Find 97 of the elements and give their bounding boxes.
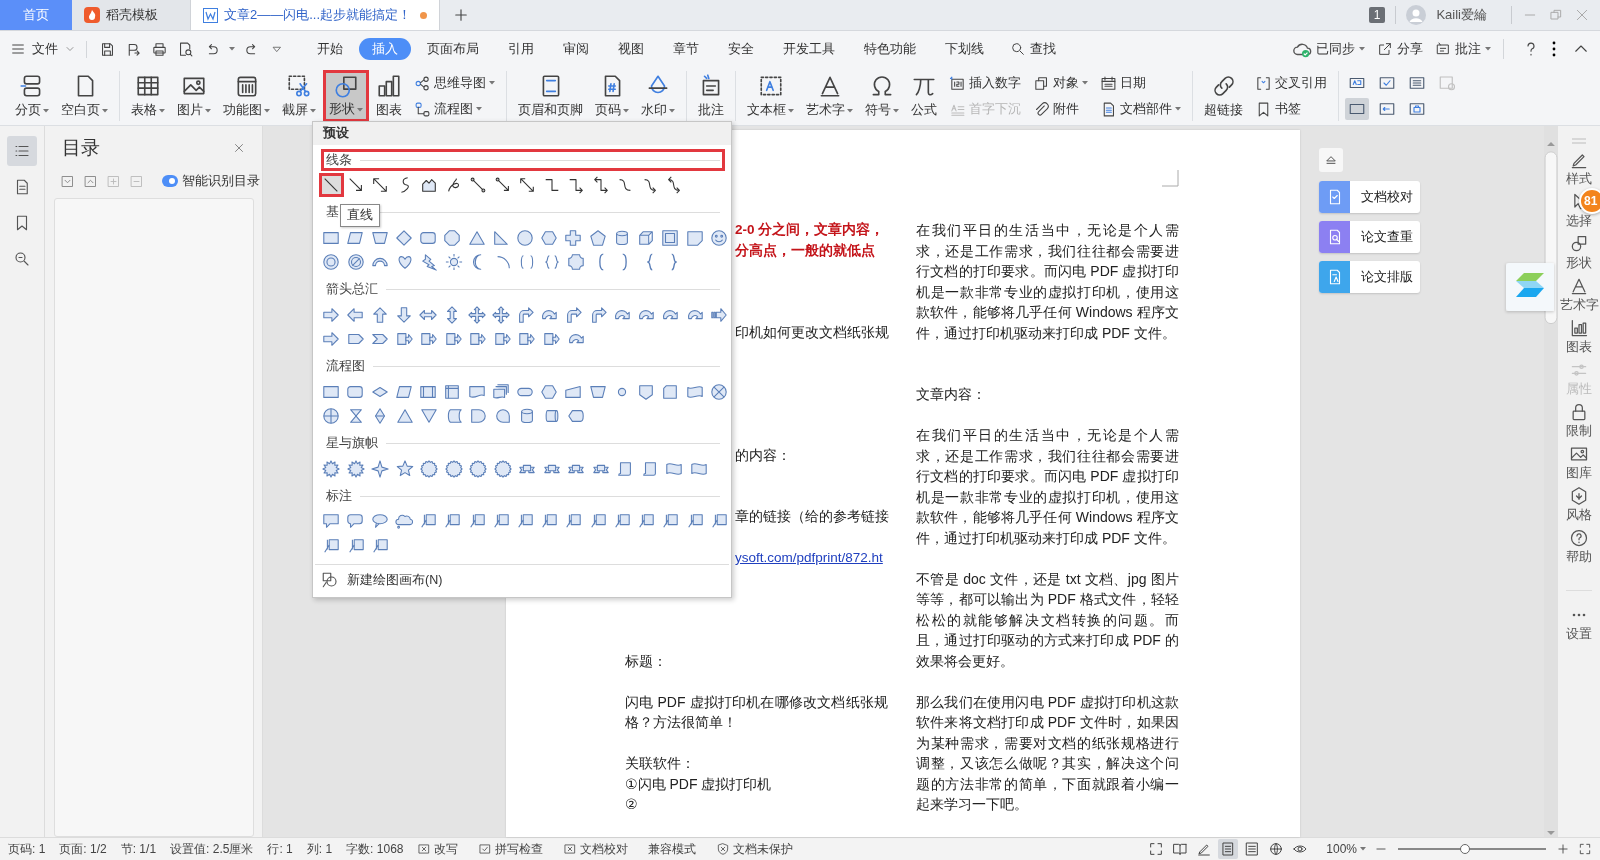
menu-tab[interactable]: 下划线 (932, 38, 997, 60)
pane-title: 目录 (62, 136, 100, 160)
ribbon-button[interactable]: 文档部件 (1095, 97, 1186, 121)
menu-tab[interactable]: 开发工具 (770, 38, 848, 60)
paragraph: 文章内容： (916, 385, 987, 404)
file-menu[interactable]: 文件 (10, 40, 76, 58)
status-text: 设置值: 2.5厘米 (170, 840, 254, 858)
menu-header: 预设 (313, 122, 731, 145)
status-button[interactable]: 拼写检查 (478, 840, 544, 858)
ribbon-button[interactable]: 水印 (636, 70, 680, 122)
tab[interactable]: 文章2——闪电...起步就能搞定！ (190, 0, 440, 30)
menu-tab[interactable]: 视图 (605, 38, 657, 60)
tab[interactable]: 稻壳模板 (72, 0, 190, 30)
status-text: 节: 1/1 (120, 840, 157, 858)
status-text: 页面: 1/2 (59, 840, 107, 858)
menu-tab[interactable]: 页面布局 (414, 38, 492, 60)
section-heading: 标注 (326, 487, 352, 505)
notification-badge: 81 (1579, 188, 1600, 214)
ribbon-button[interactable]: 艺术字 (801, 70, 858, 122)
ribbon-button[interactable]: 对象 (1028, 71, 1093, 95)
sidebar-button[interactable]: 设置 (1566, 590, 1592, 643)
menu-item[interactable]: 新建绘图画布(N) (313, 565, 731, 597)
menu-tab[interactable]: 审阅 (550, 38, 602, 60)
sidebar-button[interactable]: 风格 (1566, 486, 1592, 528)
section-heading: 线条 (326, 151, 352, 169)
ribbon-button[interactable]: 截屏 (277, 70, 321, 122)
paragraph: 闪电 PDF 虚拟打印机在哪修改文档纸张规格？方法很简单！ (625, 692, 888, 732)
ribbon-button[interactable]: 功能图 (218, 70, 275, 122)
ribbon-button[interactable]: 日期 (1095, 71, 1186, 95)
section-heading: 流程图 (326, 358, 365, 375)
ribbon-button[interactable]: 插入数字 (944, 71, 1026, 95)
ribbon-button[interactable]: 符号 (860, 70, 904, 122)
ribbon-button[interactable]: 页码 (590, 70, 634, 122)
ribbon-button[interactable]: 思维导图 (409, 71, 500, 95)
ribbon-button[interactable]: 文本框 (742, 70, 799, 122)
ribbon-button[interactable]: 流程图 (409, 97, 500, 121)
menu-tab[interactable]: 安全 (715, 38, 767, 60)
toolbar-button[interactable]: 批注 (1435, 40, 1491, 58)
section-heading: 箭头总汇 (326, 281, 378, 298)
tooltip: 直线 (340, 204, 380, 227)
ribbon-button[interactable]: 批注 (693, 70, 729, 122)
zoom-level-dropdown[interactable]: 100% (1326, 842, 1366, 856)
ribbon-button[interactable]: 超链接 (1199, 70, 1248, 122)
ribbon-button[interactable]: 图表 (371, 70, 407, 122)
sidebar-button[interactable]: 图表 (1566, 318, 1592, 360)
sidebar-button[interactable]: 图库 (1566, 444, 1592, 486)
ribbon-button[interactable]: 形状 (323, 70, 369, 122)
menu-tab[interactable]: 特色功能 (851, 38, 929, 60)
assist-button[interactable]: 论文查重 (1319, 221, 1420, 253)
menu-tab[interactable]: 章节 (660, 38, 712, 60)
status-text: 列: 1 (306, 840, 333, 858)
ribbon-button[interactable]: 表格 (126, 70, 170, 122)
search-button[interactable]: 查找 (1010, 40, 1056, 58)
sidebar-button[interactable]: 限制 (1566, 402, 1592, 444)
status-button[interactable]: 文档未保护 (716, 840, 794, 858)
paragraph: ② (625, 795, 639, 814)
link[interactable]: ysoft.com/pdfprint/872.ht (735, 550, 883, 565)
paragraph: 关联软件： (625, 754, 696, 773)
status-text: 页码: 1 (8, 840, 46, 858)
sidebar-button[interactable]: 帮助 (1566, 528, 1592, 570)
status-button[interactable]: 改写 (417, 840, 459, 858)
assist-button[interactable]: 文档校对 (1319, 181, 1420, 213)
ribbon-button[interactable]: 公式 (906, 70, 942, 122)
ribbon-button[interactable]: 交叉引用 (1250, 71, 1332, 95)
paragraph: 不管是 doc 文件，还是 txt 文档、jpg 图片等等，都可以输出为 PDF 格式文件，轻轻松松的就能够解决文档转换的问题。而且，通过打印驱动的方式来打印成 PDF 的效果将会更好。 (916, 569, 1179, 671)
assist-button[interactable]: 论文排版 (1319, 261, 1420, 293)
paragraph: 在我们平日的生活当中，无论是个人需求，还是工作需求，我们往往都会需要进行文档的打印要求。而闪电 PDF 虚拟打印机是一款非常专业的虚拟打印机，使用这款软件，能够将几乎任何 Windows 程序文件，通过打印机驱动来打印成 PDF 文件。 (916, 426, 1179, 548)
paragraph: 那么我们在使用闪电 PDF 虚拟打印机这款软件来将文档打印成 PDF 文件时，如果因为某种需求，需要对文档的纸张规格进行调整，又该怎么做呢？其实，解决这个问题的方法非常的简单，下面就跟着小编一起来学习一下吧。 (916, 692, 1179, 814)
paragraph: 2-0 分之间，文章内容， (735, 221, 886, 239)
ribbon-button[interactable]: 空白页 (56, 70, 113, 122)
paragraph: 标题： (625, 651, 668, 671)
menu-tab[interactable]: 引用 (495, 38, 547, 60)
toolbar-button[interactable]: 已同步 (1292, 39, 1365, 59)
status-button[interactable]: 兼容模式 (648, 840, 697, 858)
paragraph: ①闪电 PDF 虚拟打印机 (625, 774, 773, 794)
smart-detect-button[interactable]: 智能识别目录 (162, 172, 260, 190)
status-button[interactable]: 文档校对 (563, 840, 629, 858)
menu-tab[interactable]: 开始 (304, 38, 356, 60)
user-name[interactable]: Kaili爱綸 (1436, 6, 1487, 24)
section-heading: 基 (326, 204, 339, 221)
ribbon-button[interactable]: 分页 (10, 70, 54, 122)
sidebar-button[interactable]: 形状 (1566, 234, 1592, 276)
notification-count: 1 (1368, 7, 1386, 23)
ribbon-button[interactable]: 书签 (1250, 97, 1332, 121)
section-heading: 星与旗帜 (326, 435, 378, 452)
status-text: 字数: 1068 (346, 840, 404, 858)
sidebar-button[interactable]: 艺术字 (1559, 276, 1599, 318)
paragraph: 的内容： (735, 446, 792, 465)
paragraph: 章的链接（给的参考链接 (735, 508, 888, 526)
ribbon-button[interactable]: 附件 (1028, 97, 1093, 121)
paragraph: 印机如何更改文档纸张规 (735, 323, 888, 342)
paragraph: 分高点，一般的就低点 (735, 241, 876, 260)
paragraph: 在我们平日的生活当中，无论是个人需求，还是工作需求，我们往往都会需要进行文档的打印要求。而闪电 PDF 虚拟打印机是一款非常专业的虚拟打印机，使用这款软件，能够将几乎任何 Windows 程序文件，通过打印机驱动来打印成 PDF 文件。 (916, 221, 1179, 343)
ribbon-button[interactable]: 图片 (172, 70, 216, 122)
ribbon-button[interactable]: 页眉和页脚 (513, 70, 588, 122)
toolbar-button[interactable]: 分享 (1377, 40, 1423, 58)
status-text: 行: 1 (267, 840, 293, 858)
